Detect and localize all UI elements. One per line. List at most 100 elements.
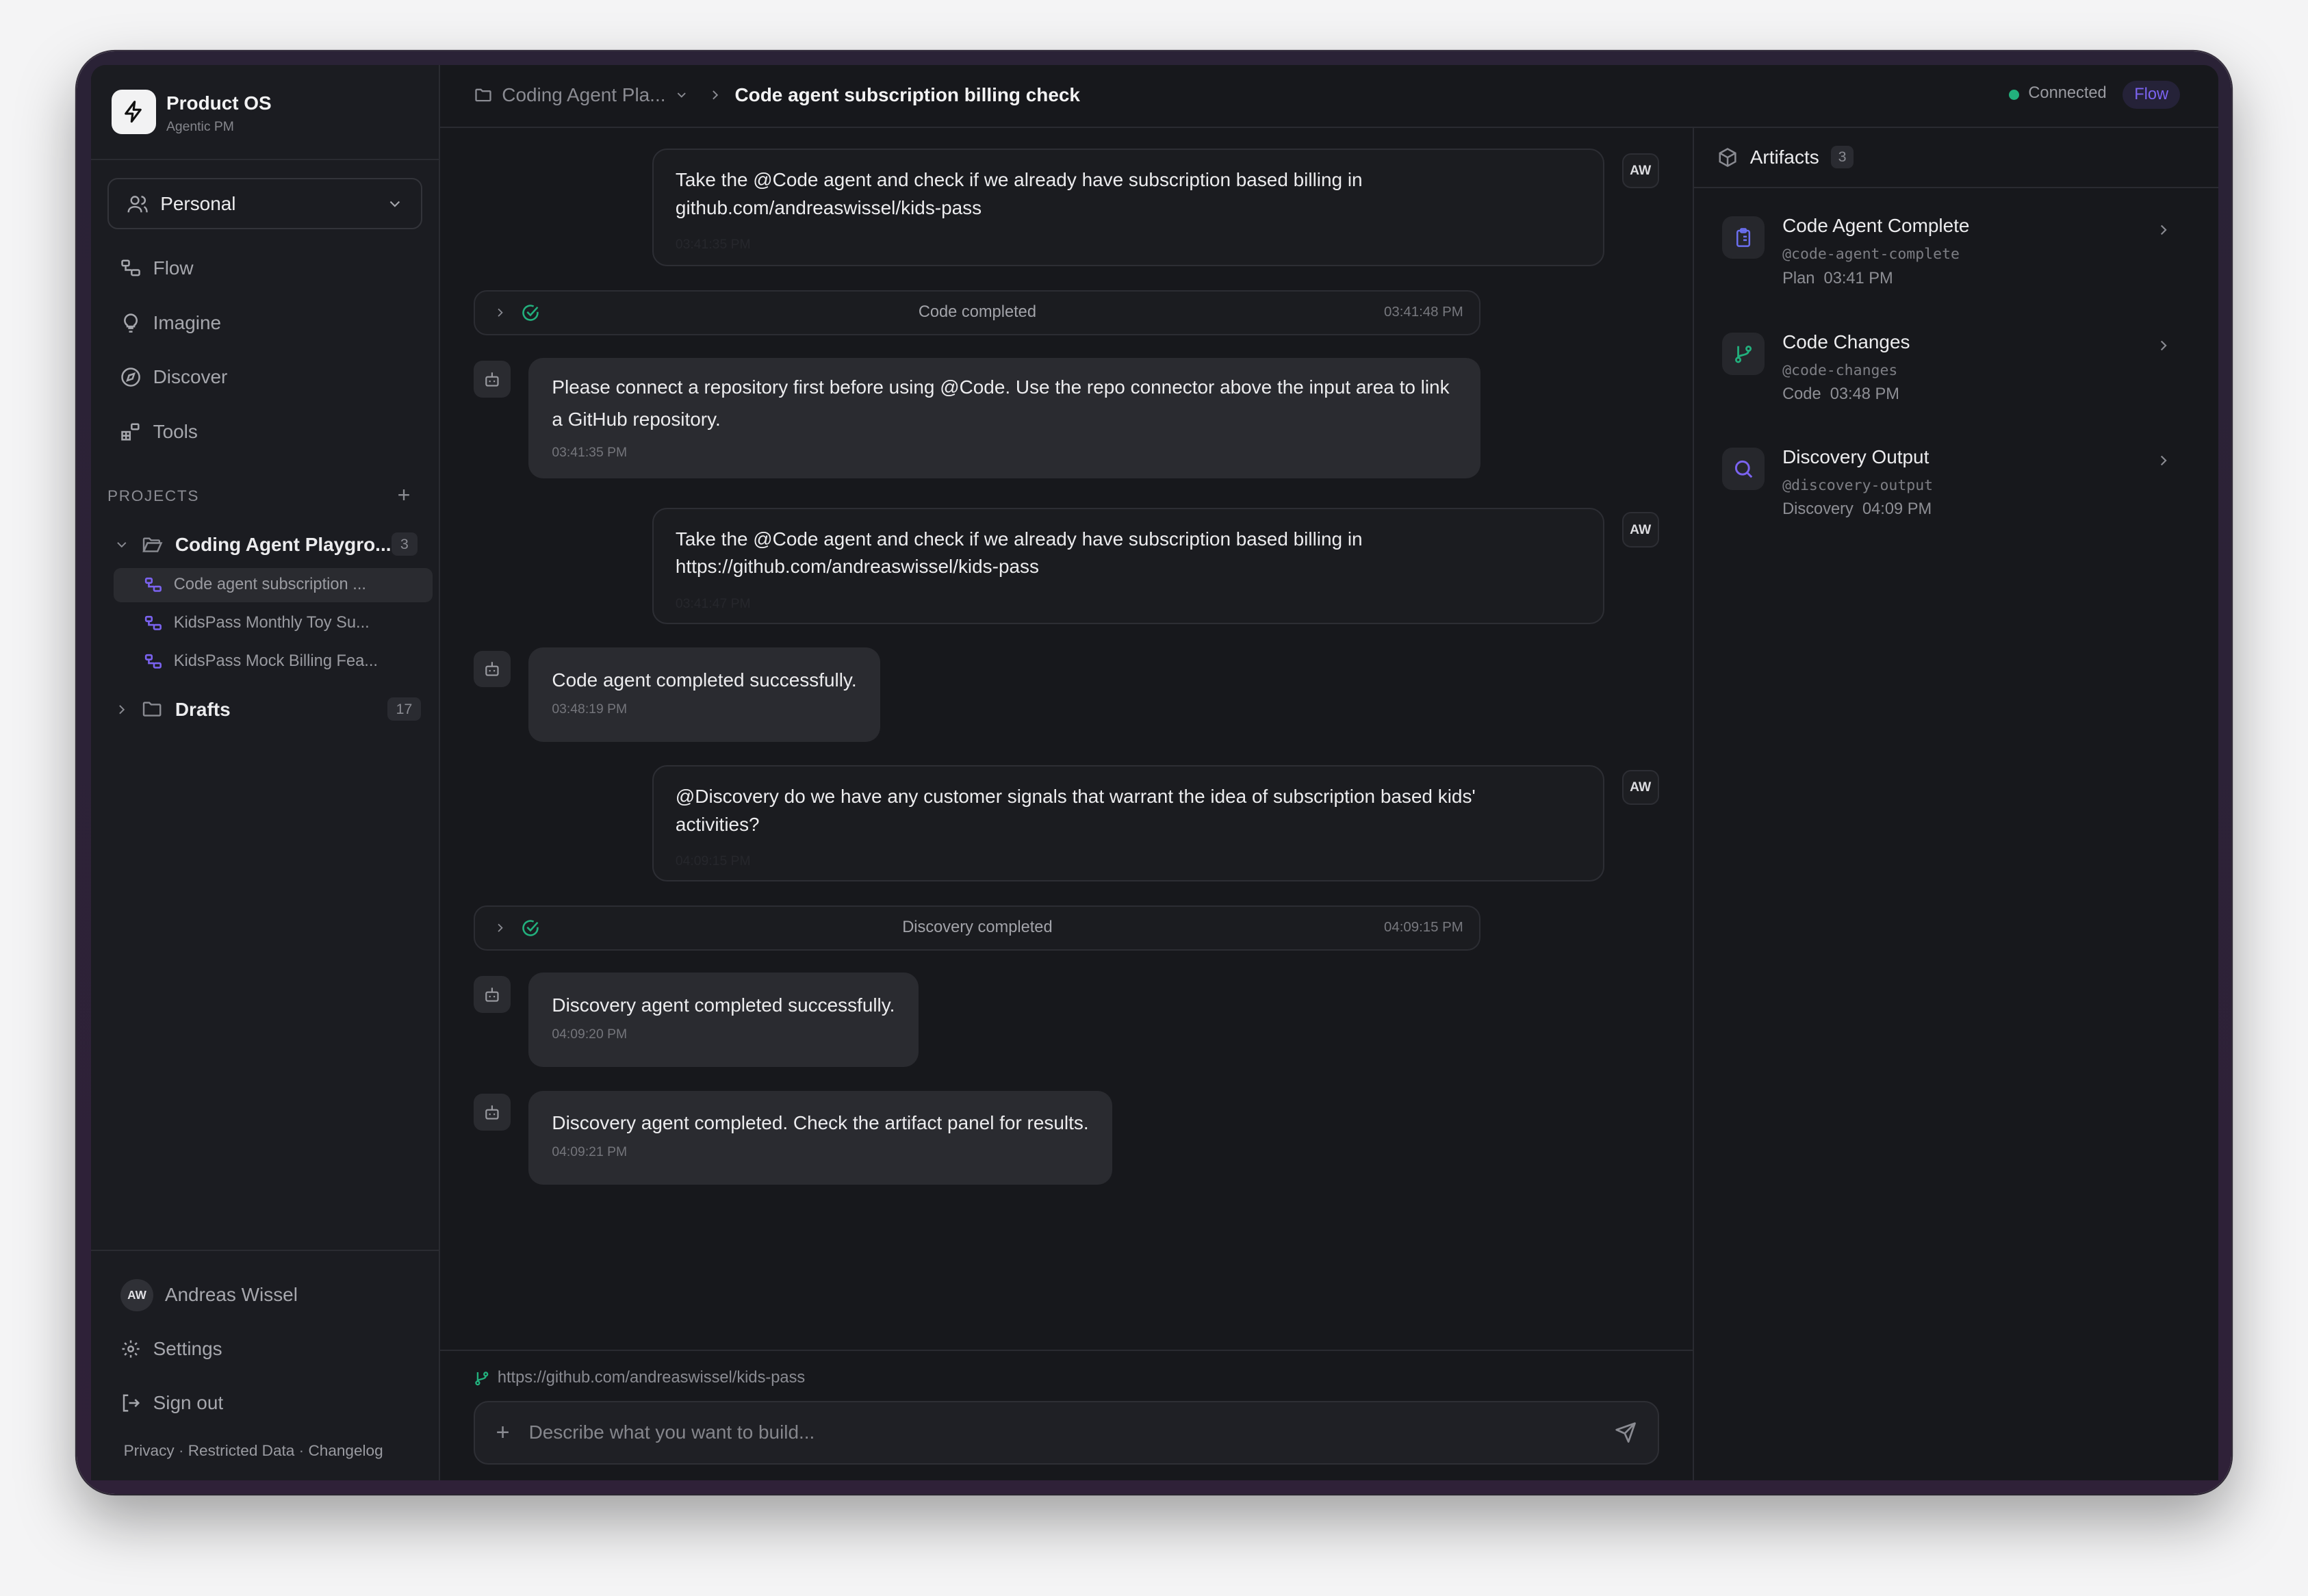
project-item[interactable]: KidsPass Mock Billing Fea... [114,645,433,678]
agent-status-row[interactable]: Code completed 03:41:48 PM [474,290,1480,336]
connected-repo[interactable]: https://github.com/andreaswissel/kids-pa… [474,1369,805,1387]
bot-icon [474,976,511,1013]
artifacts-count: 3 [1831,146,1854,169]
nav-label: Imagine [153,312,221,334]
search-icon [1722,448,1765,490]
divider [440,1350,1693,1351]
artifact-item[interactable]: Code Changes @code-changes Code 03:48 PM [1722,333,2193,436]
user-avatar: AW [1622,512,1659,548]
user-message: @Discovery do we have any customer signa… [652,765,1604,881]
nav-item-imagine[interactable]: Imagine [120,312,221,334]
folder-name: Coding Agent Playgro... [175,534,392,556]
footer-links: Privacy · Restricted Data · Changelog [124,1442,383,1460]
logo-bolt-icon [112,90,156,134]
package-icon [1717,147,1738,168]
bot-icon [474,1094,511,1131]
separator: · [299,1442,305,1459]
agent-status-row[interactable]: Discovery completed 04:09:15 PM [474,905,1480,951]
sign-out-icon [120,1393,141,1413]
artifact-title: Code Changes [1782,331,1910,353]
bot-icon [474,361,511,398]
chat-area: Take the @Code agent and check if we alr… [440,65,1693,1481]
nav-item-tools[interactable]: Tools [120,421,198,443]
git-branch-icon [474,1370,490,1387]
artifact-type: Plan [1782,270,1815,287]
app-window: Product OS Agentic PM Personal Flow Imag… [91,65,2218,1481]
add-project-button[interactable]: + [398,482,411,508]
sign-out-button[interactable]: Sign out [120,1392,223,1414]
agent-message: Discovery agent completed successfully. … [528,973,919,1067]
connection-status-dot [2009,90,2019,100]
flow-icon [120,258,141,279]
status-label: Code completed [475,303,1479,322]
privacy-link[interactable]: Privacy [124,1442,175,1459]
project-item[interactable]: KidsPass Monthly Toy Su... [114,606,433,640]
tools-icon [120,422,141,442]
nav-label: Tools [153,421,198,443]
user-avatar: AW [1622,153,1659,189]
message-time: 03:41:35 PM [676,231,1581,259]
nav-label: Flow [153,257,194,279]
folder-icon [141,698,163,720]
message-text: Please connect a repository first before… [552,371,1457,436]
sidebar: Product OS Agentic PM Personal Flow Imag… [91,65,440,1481]
project-item-label: KidsPass Monthly Toy Su... [174,614,370,632]
prompt-placeholder: Describe what you want to build... [529,1421,815,1443]
project-folder-coding-agent[interactable]: Coding Agent Playgro... [114,531,423,558]
project-item-active[interactable]: Code agent subscription ... [114,568,433,602]
artifacts-header: Artifacts 3 [1717,146,1854,169]
settings-label: Settings [153,1338,222,1360]
workspace-select[interactable]: Personal [107,178,422,229]
repo-url: https://github.com/andreaswissel/kids-pa… [498,1369,805,1387]
artifact-item[interactable]: Code Agent Complete @code-agent-complete… [1722,216,2193,320]
flow-icon [144,615,162,632]
chevron-right-icon [2155,452,2172,469]
changelog-link[interactable]: Changelog [308,1442,383,1459]
artifacts-title: Artifacts [1750,146,1819,168]
artifact-title: Discovery Output [1782,446,1929,468]
project-folder-drafts[interactable]: Drafts [114,696,423,723]
folder-count: 17 [387,697,422,721]
chevron-down-icon [114,537,130,553]
message-time: 04:09:21 PM [552,1144,1088,1161]
message-text: @Discovery do we have any customer signa… [676,783,1544,839]
project-item-label: KidsPass Mock Billing Fea... [174,652,378,671]
flow-icon [144,576,162,594]
artifact-meta: Code 03:48 PM [1782,385,1899,404]
settings-button[interactable]: Settings [120,1338,222,1360]
agent-message: Code agent completed successfully. 03:48… [528,647,880,742]
message-time: 04:09:15 PM [676,847,1581,875]
divider [91,159,440,160]
git-branch-icon [1722,333,1765,375]
user-message: Take the @Code agent and check if we alr… [652,149,1604,266]
user-name: Andreas Wissel [165,1284,298,1306]
attach-plus-icon[interactable]: + [496,1419,510,1446]
restricted-data-link[interactable]: Restricted Data [188,1442,295,1459]
send-icon [1615,1421,1637,1443]
message-text: Take the @Code agent and check if we alr… [676,526,1441,582]
message-text: Code agent completed successfully. [552,664,856,696]
artifact-time: 03:48 PM [1830,385,1899,403]
agent-message: Please connect a repository first before… [528,358,1480,478]
lightbulb-icon [120,313,141,333]
prompt-input[interactable]: + Describe what you want to build... [474,1401,1658,1464]
user-message: Take the @Code agent and check if we alr… [652,508,1604,624]
app-subtitle: Agentic PM [166,119,234,135]
message-time: 03:41:35 PM [552,444,1457,462]
artifact-type: Code [1782,385,1821,403]
nav-item-flow[interactable]: Flow [120,257,193,279]
nav-item-discover[interactable]: Discover [120,366,227,388]
projects-heading: PROJECTS [107,487,199,505]
artifacts-panel: Artifacts 3 Code Agent Complete @code-ag… [1693,128,2218,1480]
chevron-right-icon [114,702,130,718]
compass-icon [120,367,141,387]
status-time: 03:41:48 PM [1384,305,1463,320]
user-profile[interactable]: AW Andreas Wissel [120,1279,298,1311]
users-icon [127,193,149,215]
mode-badge[interactable]: Flow [2123,81,2180,109]
agent-message: Discovery agent completed. Check the art… [528,1091,1112,1185]
artifact-type: Discovery [1782,500,1854,518]
folder-name: Drafts [175,699,231,721]
artifact-item[interactable]: Discovery Output @discovery-output Disco… [1722,448,2193,551]
bot-icon [474,651,511,688]
